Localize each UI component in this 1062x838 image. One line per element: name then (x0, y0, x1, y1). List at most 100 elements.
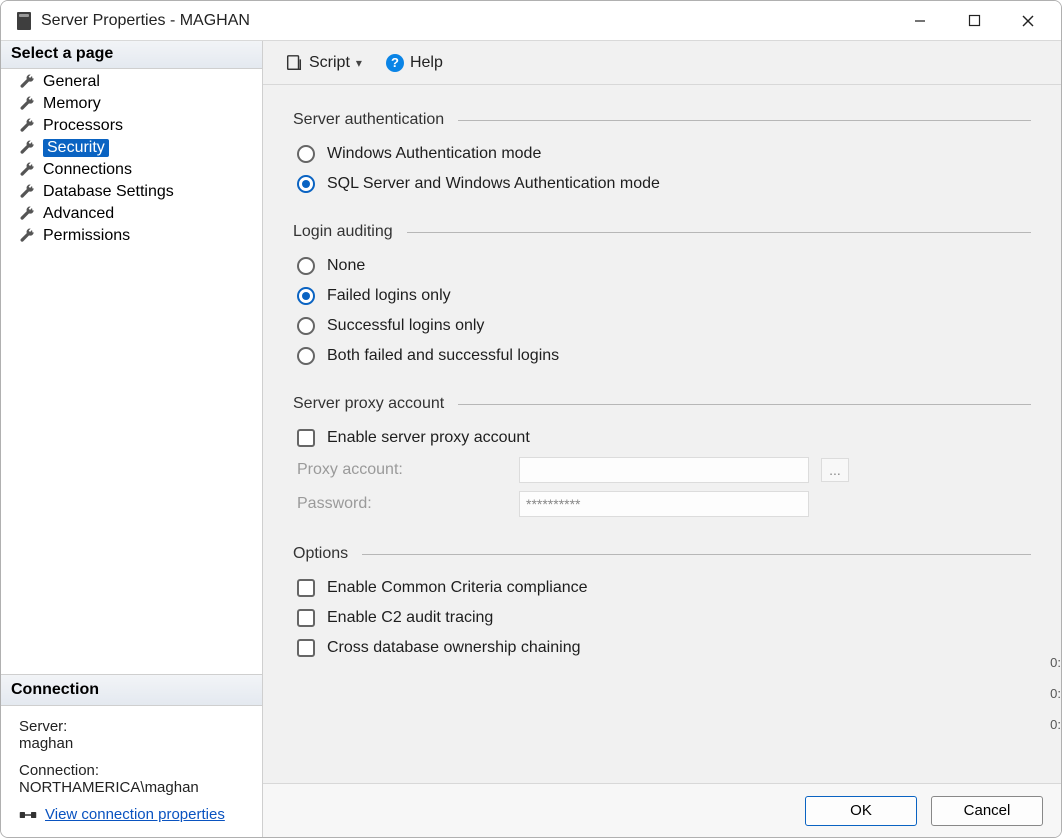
titlebar: Server Properties - MAGHAN (1, 1, 1061, 41)
sidebar-item-connections[interactable]: Connections (1, 159, 262, 181)
sidebar-item-permissions[interactable]: Permissions (1, 225, 262, 247)
server-properties-window: Server Properties - MAGHAN Select a page… (0, 0, 1062, 838)
connection-header: Connection (1, 674, 262, 706)
radio-windows-auth[interactable]: Windows Authentication mode (293, 139, 1031, 169)
page-list: General Memory Processors Security Conne… (1, 69, 262, 253)
edge-tick: 0: (1050, 686, 1061, 701)
group-title-login-auditing: Login auditing (293, 223, 407, 241)
connection-panel: Server: maghan Connection: NORTHAMERICA\… (1, 706, 262, 837)
radio-audit-both[interactable]: Both failed and successful logins (293, 341, 1031, 371)
window-title: Server Properties - MAGHAN (41, 12, 250, 30)
help-icon: ? (386, 54, 404, 72)
select-page-header: Select a page (1, 41, 262, 69)
checkbox-cross-db-ownership[interactable]: Cross database ownership chaining (293, 633, 1031, 663)
checkbox-icon (297, 609, 315, 627)
connection-properties-icon (19, 808, 37, 822)
maximize-icon (968, 14, 981, 27)
radio-label: Windows Authentication mode (327, 145, 541, 163)
server-label: Server: (19, 718, 248, 735)
radio-label: Both failed and successful logins (327, 347, 559, 365)
proxy-password-label: Password: (297, 495, 507, 513)
sidebar-item-label: Connections (43, 161, 132, 179)
help-label: Help (410, 54, 443, 72)
connection-label: Connection: (19, 762, 248, 779)
radio-audit-success[interactable]: Successful logins only (293, 311, 1031, 341)
radio-icon (297, 347, 315, 365)
group-title-proxy: Server proxy account (293, 395, 458, 413)
sidebar-item-general[interactable]: General (1, 71, 262, 93)
wrench-icon (19, 184, 35, 200)
wrench-icon (19, 96, 35, 112)
checkbox-enable-proxy[interactable]: Enable server proxy account (293, 423, 1031, 453)
radio-audit-failed[interactable]: Failed logins only (293, 281, 1031, 311)
divider (407, 232, 1031, 233)
chevron-down-icon: ▾ (356, 56, 362, 70)
radio-icon (297, 175, 315, 193)
close-icon (1021, 14, 1035, 28)
edge-tick: 0: (1050, 655, 1061, 670)
divider (458, 120, 1031, 121)
wrench-icon (19, 206, 35, 222)
view-connection-properties-link[interactable]: View connection properties (45, 806, 225, 823)
proxy-password-input[interactable] (519, 491, 809, 517)
sidebar-item-advanced[interactable]: Advanced (1, 203, 262, 225)
group-title-server-auth: Server authentication (293, 111, 458, 129)
checkbox-icon (297, 579, 315, 597)
checkbox-label: Enable C2 audit tracing (327, 609, 493, 627)
server-icon (17, 12, 31, 30)
toolbar: Script ▾ ? Help (263, 41, 1061, 85)
checkbox-label: Enable server proxy account (327, 429, 530, 447)
sidebar-item-label: Processors (43, 117, 123, 135)
divider (362, 554, 1031, 555)
sidebar-item-label: Permissions (43, 227, 130, 245)
radio-icon (297, 287, 315, 305)
radio-icon (297, 317, 315, 335)
radio-icon (297, 257, 315, 275)
connection-value: NORTHAMERICA\maghan (19, 779, 248, 796)
help-button[interactable]: ? Help (380, 51, 449, 75)
sidebar-item-label: Security (43, 139, 109, 157)
wrench-icon (19, 118, 35, 134)
script-button[interactable]: Script ▾ (279, 51, 368, 75)
wrench-icon (19, 140, 35, 156)
wrench-icon (19, 74, 35, 90)
server-value: maghan (19, 735, 248, 752)
minimize-icon (913, 14, 927, 28)
edge-tick: 0: (1050, 717, 1061, 732)
group-title-options: Options (293, 545, 362, 563)
checkbox-icon (297, 429, 315, 447)
sidebar-item-processors[interactable]: Processors (1, 115, 262, 137)
checkbox-label: Enable Common Criteria compliance (327, 579, 588, 597)
wrench-icon (19, 228, 35, 244)
proxy-account-label: Proxy account: (297, 461, 507, 479)
script-label: Script (309, 54, 350, 72)
proxy-account-input[interactable] (519, 457, 809, 483)
sidebar-item-memory[interactable]: Memory (1, 93, 262, 115)
radio-audit-none[interactable]: None (293, 251, 1031, 281)
radio-label: None (327, 257, 365, 275)
close-button[interactable] (1001, 1, 1055, 40)
sidebar-item-security[interactable]: Security (1, 137, 262, 159)
sidebar-item-database-settings[interactable]: Database Settings (1, 181, 262, 203)
proxy-account-browse-button[interactable]: ... (821, 458, 849, 482)
radio-label: Successful logins only (327, 317, 484, 335)
divider (458, 404, 1031, 405)
ok-button[interactable]: OK (805, 796, 917, 826)
radio-icon (297, 145, 315, 163)
checkbox-common-criteria[interactable]: Enable Common Criteria compliance (293, 573, 1031, 603)
radio-mixed-auth[interactable]: SQL Server and Windows Authentication mo… (293, 169, 1031, 199)
radio-label: SQL Server and Windows Authentication mo… (327, 175, 660, 193)
window-controls (893, 1, 1055, 40)
checkbox-icon (297, 639, 315, 657)
sidebar-item-label: General (43, 73, 100, 91)
radio-label: Failed logins only (327, 287, 451, 305)
cancel-button[interactable]: Cancel (931, 796, 1043, 826)
minimize-button[interactable] (893, 1, 947, 40)
content-area: Server authentication Windows Authentica… (263, 85, 1061, 783)
sidebar-item-label: Advanced (43, 205, 114, 223)
checkbox-label: Cross database ownership chaining (327, 639, 580, 657)
maximize-button[interactable] (947, 1, 1001, 40)
checkbox-c2-audit[interactable]: Enable C2 audit tracing (293, 603, 1031, 633)
script-icon (285, 54, 303, 72)
main-panel: Script ▾ ? Help Server authentication Wi… (263, 41, 1061, 837)
